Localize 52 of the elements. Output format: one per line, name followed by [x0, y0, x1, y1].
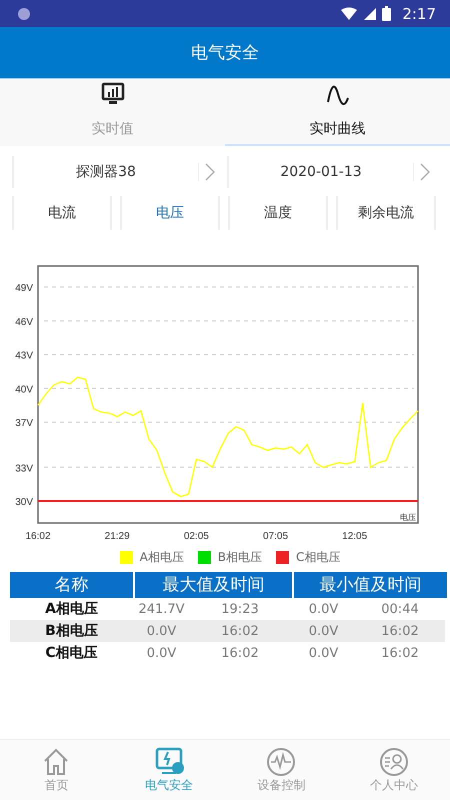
axis-label: 02:05 [184, 531, 209, 542]
axis-label: 07:05 [262, 531, 288, 542]
table-cell-text: C相电压 [44, 644, 99, 662]
axis-label: 46V [15, 316, 33, 328]
legend-label: B相电压 [218, 548, 262, 566]
table-cell-text: 16:02 [220, 646, 260, 660]
signal-icon [363, 6, 378, 20]
axis-label: 21:29 [104, 531, 130, 542]
table-cell-text: 00:44 [380, 602, 420, 616]
axis-label: 40V [15, 384, 33, 396]
legend-label: A相电压 [140, 548, 184, 566]
axis-title: 电压 [400, 513, 416, 522]
table-cell-text: 16:02 [380, 646, 420, 660]
table-cell-text: 0.0V [308, 624, 340, 638]
axis-label: 33V [15, 463, 33, 474]
axis-label: 30V [15, 497, 33, 508]
legend-swatch [276, 550, 290, 564]
axis-label: 12:05 [342, 531, 368, 542]
legend-swatch [120, 550, 133, 564]
person-icon [378, 746, 409, 776]
column-header: 最大值及时间 [135, 572, 292, 598]
table-cell-text: 0.0V [308, 646, 340, 660]
monitor-icon [100, 82, 124, 106]
axis-label: 49V [15, 283, 33, 294]
axis-label: 16:02 [25, 531, 51, 542]
table-cell-text: A相电压 [44, 600, 99, 618]
table-cell-text: 0.0V [308, 602, 340, 616]
clock: 2:17 [402, 4, 436, 22]
table-cell-text: 16:02 [380, 624, 420, 638]
screen-title: 电气安全 [191, 42, 259, 64]
column-header: 名称 [10, 572, 133, 598]
axis-label: 37V [15, 418, 33, 430]
tab[interactable]: 电流 [12, 196, 112, 230]
legend-label: C相电压 [296, 548, 340, 566]
table-cell-text: 241.7V [137, 602, 186, 616]
wifi-icon [340, 6, 358, 20]
axis-label: 43V [15, 350, 33, 362]
notification-dot-icon [17, 6, 31, 20]
table-cell-text: 16:02 [220, 624, 260, 638]
legend-swatch [198, 550, 211, 564]
monitor-icon [154, 746, 184, 776]
table-cell-text: B相电压 [44, 622, 99, 640]
table-cell-text: 0.0V [146, 624, 178, 638]
column-header: 最小值及时间 [294, 572, 447, 598]
tab[interactable]: 实时曲线 [225, 79, 450, 146]
table-cell-text: 0.0V [146, 646, 178, 660]
tab[interactable]: 电压 [120, 196, 220, 230]
battery-icon [382, 6, 392, 21]
pulse-icon [266, 746, 296, 776]
table-cell-text: 19:23 [220, 602, 260, 616]
tab[interactable]: 温度 [228, 196, 328, 230]
tab[interactable]: 剩余电流 [336, 196, 436, 230]
